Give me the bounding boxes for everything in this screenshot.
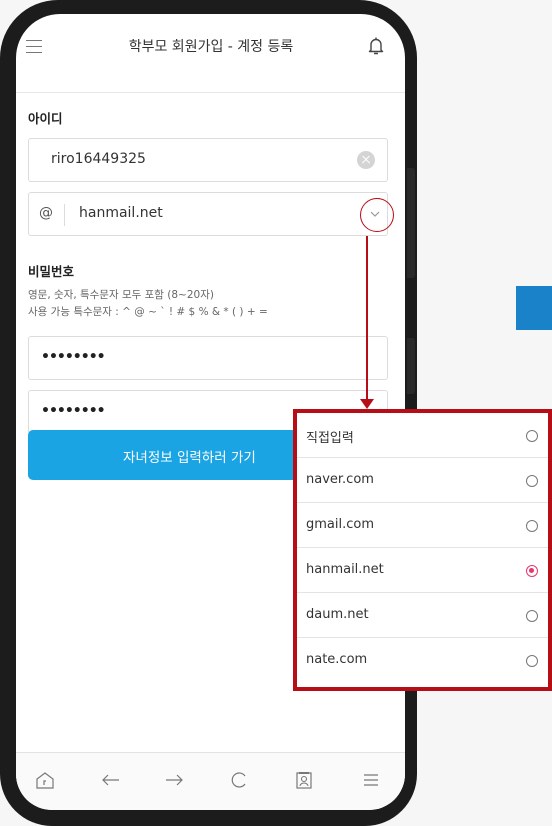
page-title: 학부모 회원가입 - 계정 등록 — [128, 39, 294, 55]
domain-option[interactable]: daum.net — [297, 593, 548, 638]
menu-icon[interactable] — [360, 769, 382, 791]
divider — [64, 204, 65, 226]
radio-selected-icon[interactable] — [526, 565, 538, 577]
bottom-nav-bar — [16, 753, 405, 810]
option-label: 직접입력 — [306, 431, 354, 446]
refresh-icon[interactable] — [228, 769, 250, 791]
contact-card-icon[interactable] — [293, 769, 315, 791]
forward-arrow-icon[interactable] — [163, 769, 185, 791]
option-label: naver.com — [306, 472, 374, 487]
password-hint-1: 영문, 숫자, 특수문자 모두 포함 (8~20자) — [28, 289, 214, 301]
at-symbol: @ — [39, 205, 53, 221]
blue-marker — [516, 286, 552, 330]
volume-button — [407, 168, 415, 278]
domain-value: hanmail.net — [79, 205, 163, 221]
password-hint-2: 사용 가능 특수문자 : ^ @ ~ ` ! # $ % & * ( ) + = — [28, 306, 268, 318]
domain-option[interactable]: hanmail.net — [297, 548, 548, 593]
power-button — [407, 338, 415, 394]
domain-option[interactable]: nate.com — [297, 638, 548, 683]
domain-option[interactable]: gmail.com — [297, 503, 548, 548]
username-value: riro16449325 — [51, 151, 146, 167]
radio-icon[interactable] — [526, 655, 538, 667]
domain-option[interactable]: naver.com — [297, 458, 548, 503]
domain-dropdown: 직접입력 naver.com gmail.com hanmail.net dau… — [293, 409, 552, 691]
bell-icon[interactable] — [366, 35, 386, 57]
password-value: •••••••• — [41, 349, 106, 365]
annotation-arrow-icon — [360, 399, 374, 409]
radio-icon[interactable] — [526, 475, 538, 487]
option-label: nate.com — [306, 652, 368, 667]
radio-icon[interactable] — [526, 520, 538, 532]
option-label: gmail.com — [306, 517, 375, 532]
back-arrow-icon[interactable] — [100, 769, 122, 791]
domain-options-list: 직접입력 naver.com gmail.com hanmail.net dau… — [297, 413, 548, 687]
domain-option[interactable]: 직접입력 — [297, 413, 548, 458]
highlight-circle — [360, 198, 394, 232]
password-confirm-value: •••••••• — [41, 403, 106, 419]
radio-icon[interactable] — [526, 430, 538, 442]
option-label: daum.net — [306, 607, 369, 622]
hamburger-menu-icon[interactable] — [26, 40, 42, 54]
home-icon[interactable] — [34, 769, 56, 791]
app-header: 학부모 회원가입 - 계정 등록 — [16, 14, 405, 92]
password-input[interactable]: •••••••• — [28, 336, 388, 380]
radio-icon[interactable] — [526, 610, 538, 622]
option-label: hanmail.net — [306, 562, 384, 577]
submit-label: 자녀정보 입력하러 가기 — [123, 450, 256, 466]
annotation-line — [366, 236, 368, 404]
id-label: 아이디 — [28, 111, 63, 126]
email-domain-select[interactable]: @ hanmail.net — [28, 192, 394, 236]
header-divider — [16, 92, 405, 93]
username-input[interactable]: riro16449325 — [28, 138, 388, 182]
clear-icon[interactable] — [357, 151, 375, 169]
password-label: 비밀번호 — [28, 264, 75, 279]
